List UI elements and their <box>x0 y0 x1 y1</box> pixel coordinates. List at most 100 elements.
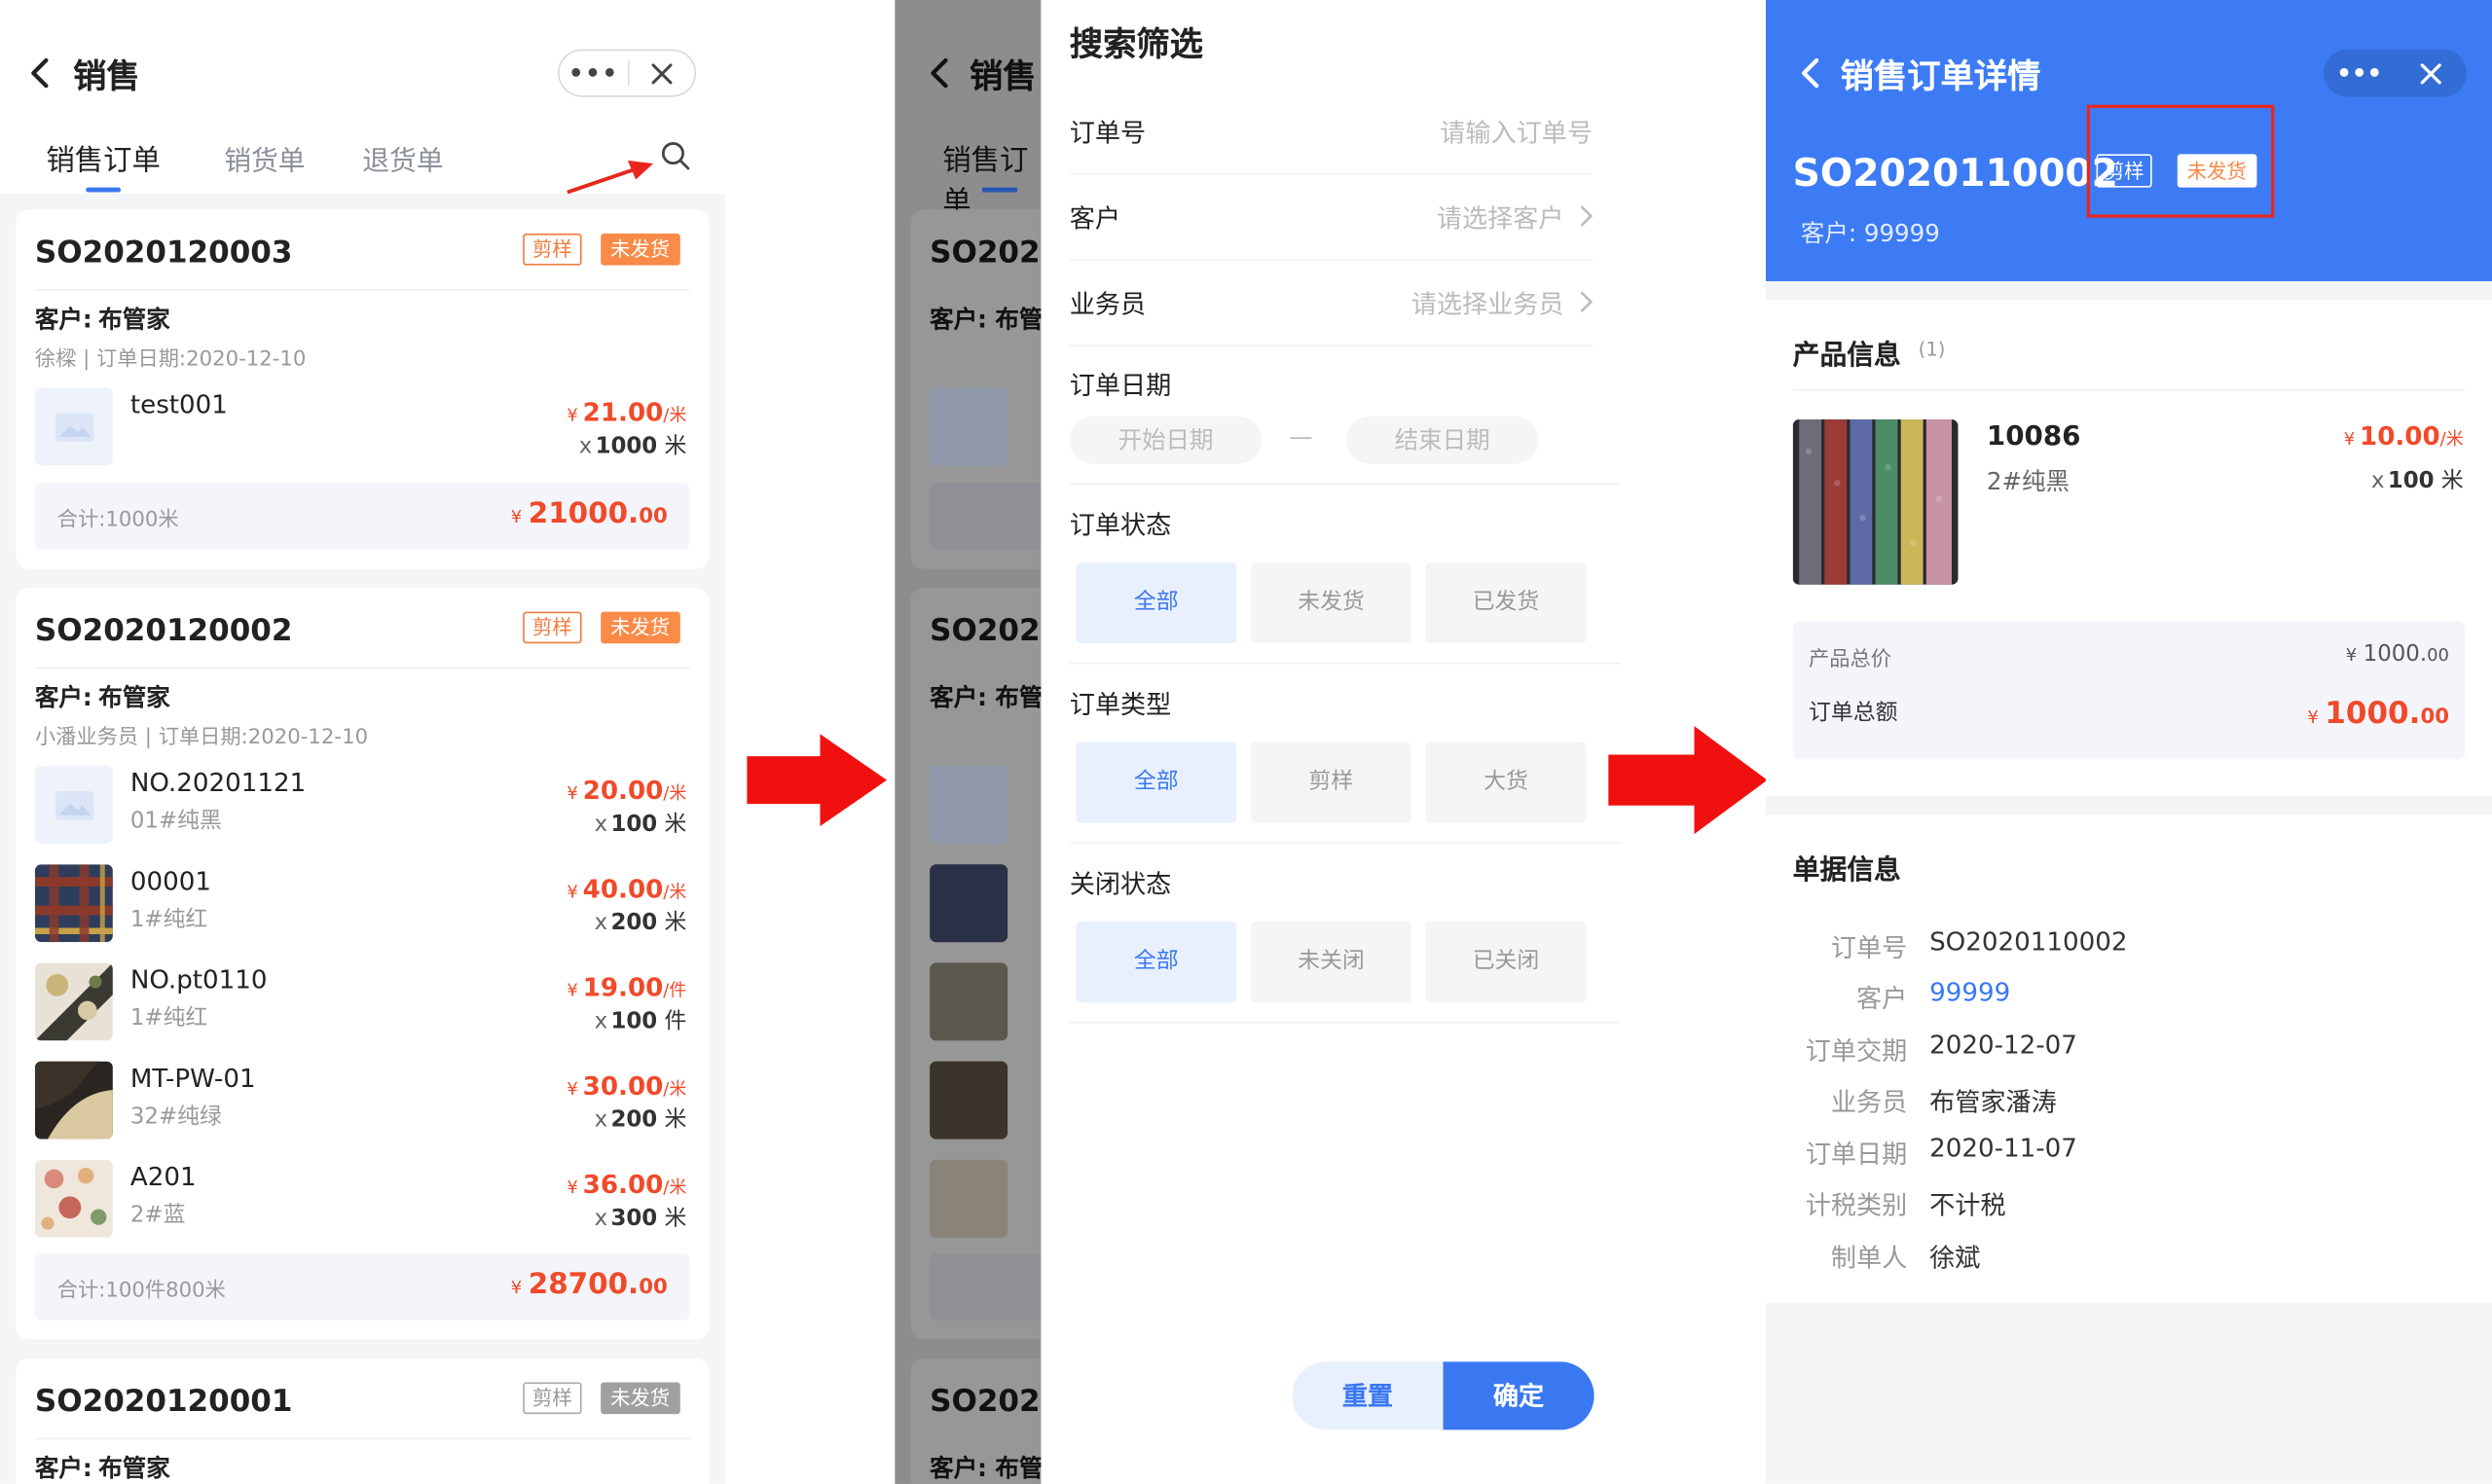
end-date-picker[interactable]: 结束日期 <box>1345 416 1539 464</box>
type-option-all[interactable]: 全部 <box>1076 742 1237 823</box>
customer-line: 客户: 99999 <box>1800 219 1940 248</box>
header: 销售 ••• 销售订单 销货单 退货单 <box>0 0 725 197</box>
order-number: SO2020 <box>930 235 1041 271</box>
product-color: 32#纯绿 <box>129 1104 222 1130</box>
product-total-label: 产品总价 <box>1809 648 1891 672</box>
doc-value: 2020-11-07 <box>1929 1133 2077 1164</box>
plaid-fabric-image <box>34 864 113 943</box>
product-quantity: x 300 米 <box>594 1206 687 1232</box>
price-summary: 产品总价 ¥1000.00 订单总额 ¥1000.00 <box>1792 621 2466 760</box>
order-meta: 徐樑 | 订单日期:2020-12-10 <box>34 347 307 373</box>
order-total-label: 订单总额 <box>1809 701 1898 727</box>
capsule-menu: ••• <box>2324 49 2467 97</box>
sample-tag: 剪样 <box>523 234 582 266</box>
close-status-title: 关闭状态 <box>1069 869 1172 900</box>
divider <box>1792 389 2466 391</box>
type-option-sample[interactable]: 剪样 <box>1250 742 1411 823</box>
order-meta: 小潘业务员 | 订单日期:2020-12-10 <box>34 726 369 750</box>
close-icon[interactable] <box>630 62 695 84</box>
floral-fabric-image <box>34 1159 113 1238</box>
doc-value: 布管家潘涛 <box>1929 1086 2057 1117</box>
customer-name: 布管家 <box>98 1453 170 1483</box>
customer-select[interactable]: 请选择客户 <box>1437 197 1564 235</box>
more-icon[interactable]: ••• <box>560 50 628 97</box>
product-quantity: x 200 米 <box>594 1106 687 1134</box>
doc-key: 业务员 <box>1830 1086 1908 1117</box>
reset-button[interactable]: 重置 <box>1292 1361 1444 1430</box>
order-total-value: ¥1000.00 <box>2307 696 2449 732</box>
filter-sheet: 搜索筛选 订单号 请输入订单号 客户 请选择客户 业务员 请选择业务员 订单日期… <box>1041 0 1622 1484</box>
customer-line: 客户: 布管家 <box>35 680 170 713</box>
divider <box>34 289 690 291</box>
search-icon[interactable] <box>660 140 692 172</box>
screenshot-composite: 销售 ••• 销售订单 销货单 退货单 SO2020120003 剪样 未发货 … <box>0 0 2492 1484</box>
status-option-shipped[interactable]: 已发货 <box>1425 561 1587 644</box>
doc-key: 订单交期 <box>1805 1035 1908 1067</box>
doc-key: 计税类别 <box>1805 1189 1908 1220</box>
flow-arrow-icon <box>744 731 890 829</box>
action-buttons: 重置 确定 <box>1292 1361 1594 1430</box>
product-name: A201 <box>129 1161 197 1192</box>
close-option-open[interactable]: 未关闭 <box>1250 921 1411 1003</box>
order-number-field[interactable]: 订单号 请输入订单号 <box>1069 89 1593 175</box>
order-number: SO2020110002 <box>1792 151 2118 196</box>
customer-line: 客户: 布管 <box>930 1453 1042 1483</box>
floral-fabric-image <box>34 962 113 1041</box>
product-color: 1#纯红 <box>129 1005 208 1032</box>
search-filter-screen: 销售 销售订单 SO2020 客户: 布管 SO2020 客户: 布管 SO20… <box>895 0 1622 1484</box>
customer-link[interactable]: 99999 <box>1929 977 2010 1007</box>
customer-line: 客户: 布管 <box>930 683 1042 712</box>
product-name: MT-PW-01 <box>129 1063 256 1094</box>
close-icon[interactable] <box>2395 62 2466 84</box>
floral-fabric-image <box>930 1159 1008 1238</box>
date-section-title: 订单日期 <box>1069 370 1172 401</box>
total-amount: ¥28700.00 <box>510 1267 668 1302</box>
back-arrow-icon[interactable] <box>1799 57 1821 90</box>
field-label: 订单号 <box>1069 117 1147 148</box>
type-option-bulk[interactable]: 大货 <box>1425 742 1587 823</box>
annotation-arrow-icon <box>565 159 657 197</box>
product-price: ¥20.00/米 <box>567 775 687 806</box>
salesperson-field[interactable]: 业务员 请选择业务员 <box>1069 261 1593 346</box>
doc-key: 订单日期 <box>1805 1139 1908 1170</box>
product-color: 01#纯黑 <box>129 809 222 835</box>
product-image-placeholder <box>34 387 113 466</box>
tab-return[interactable]: 退货单 <box>362 138 443 178</box>
status-badge: 未发货 <box>601 1382 680 1415</box>
order-number-input[interactable]: 请输入订单号 <box>1440 111 1593 149</box>
customer-field[interactable]: 客户 请选择客户 <box>1069 175 1593 261</box>
dimmed-background: 销售 销售订单 SO2020 客户: 布管 SO2020 客户: 布管 SO20… <box>895 0 1042 1484</box>
date-separator: — <box>1289 422 1313 452</box>
order-card[interactable]: SO2020120001 剪样 未发货 客户: 布管家 <box>16 1357 710 1484</box>
status-option-all[interactable]: 全部 <box>1076 561 1237 644</box>
status-option-unshipped[interactable]: 未发货 <box>1250 561 1411 644</box>
section-title: 产品信息 <box>1792 340 1901 373</box>
document-info-card: 单据信息 订单号 SO2020110002 客户 99999 订单交期 2020-12… <box>1765 814 2492 1303</box>
order-card[interactable]: SO2020120002 剪样 未发货 客户: 布管家 小潘业务员 | 订单日期:… <box>16 588 710 1340</box>
order-number: SO2020 <box>930 613 1041 649</box>
fabric-swatch-image <box>1792 419 1959 585</box>
customer-label: 客户: <box>34 1453 92 1483</box>
start-date-picker[interactable]: 开始日期 <box>1069 416 1263 464</box>
order-card[interactable]: SO2020120003 剪样 未发货 客户: 布管家 徐樑 | 订单日期:202… <box>16 209 710 569</box>
tab-sales-order[interactable]: 销售订单 <box>46 138 161 179</box>
divider <box>1069 483 1622 485</box>
more-icon[interactable]: ••• <box>2324 50 2395 97</box>
confirm-button[interactable]: 确定 <box>1443 1361 1594 1430</box>
salesperson-select[interactable]: 请选择业务员 <box>1411 283 1564 321</box>
customer-label: 客户: <box>34 305 92 334</box>
product-price: ¥36.00/米 <box>567 1169 687 1200</box>
page-title: 销售 <box>73 56 140 95</box>
tab-sales-delivery[interactable]: 销货单 <box>224 138 305 178</box>
product-quantity: x 200 米 <box>594 910 687 936</box>
order-number: SO2020120003 <box>34 235 293 271</box>
product-name: NO.pt0110 <box>129 964 268 995</box>
floral-fabric-image <box>930 962 1008 1041</box>
product-quantity: x 100 米 <box>2371 468 2464 494</box>
close-option-closed[interactable]: 已关闭 <box>1425 921 1587 1003</box>
close-option-all[interactable]: 全部 <box>1076 921 1237 1003</box>
back-arrow-icon[interactable] <box>28 57 51 90</box>
back-arrow-icon <box>928 57 950 90</box>
field-label: 业务员 <box>1069 289 1147 320</box>
product-count: (1) <box>1918 338 1946 361</box>
